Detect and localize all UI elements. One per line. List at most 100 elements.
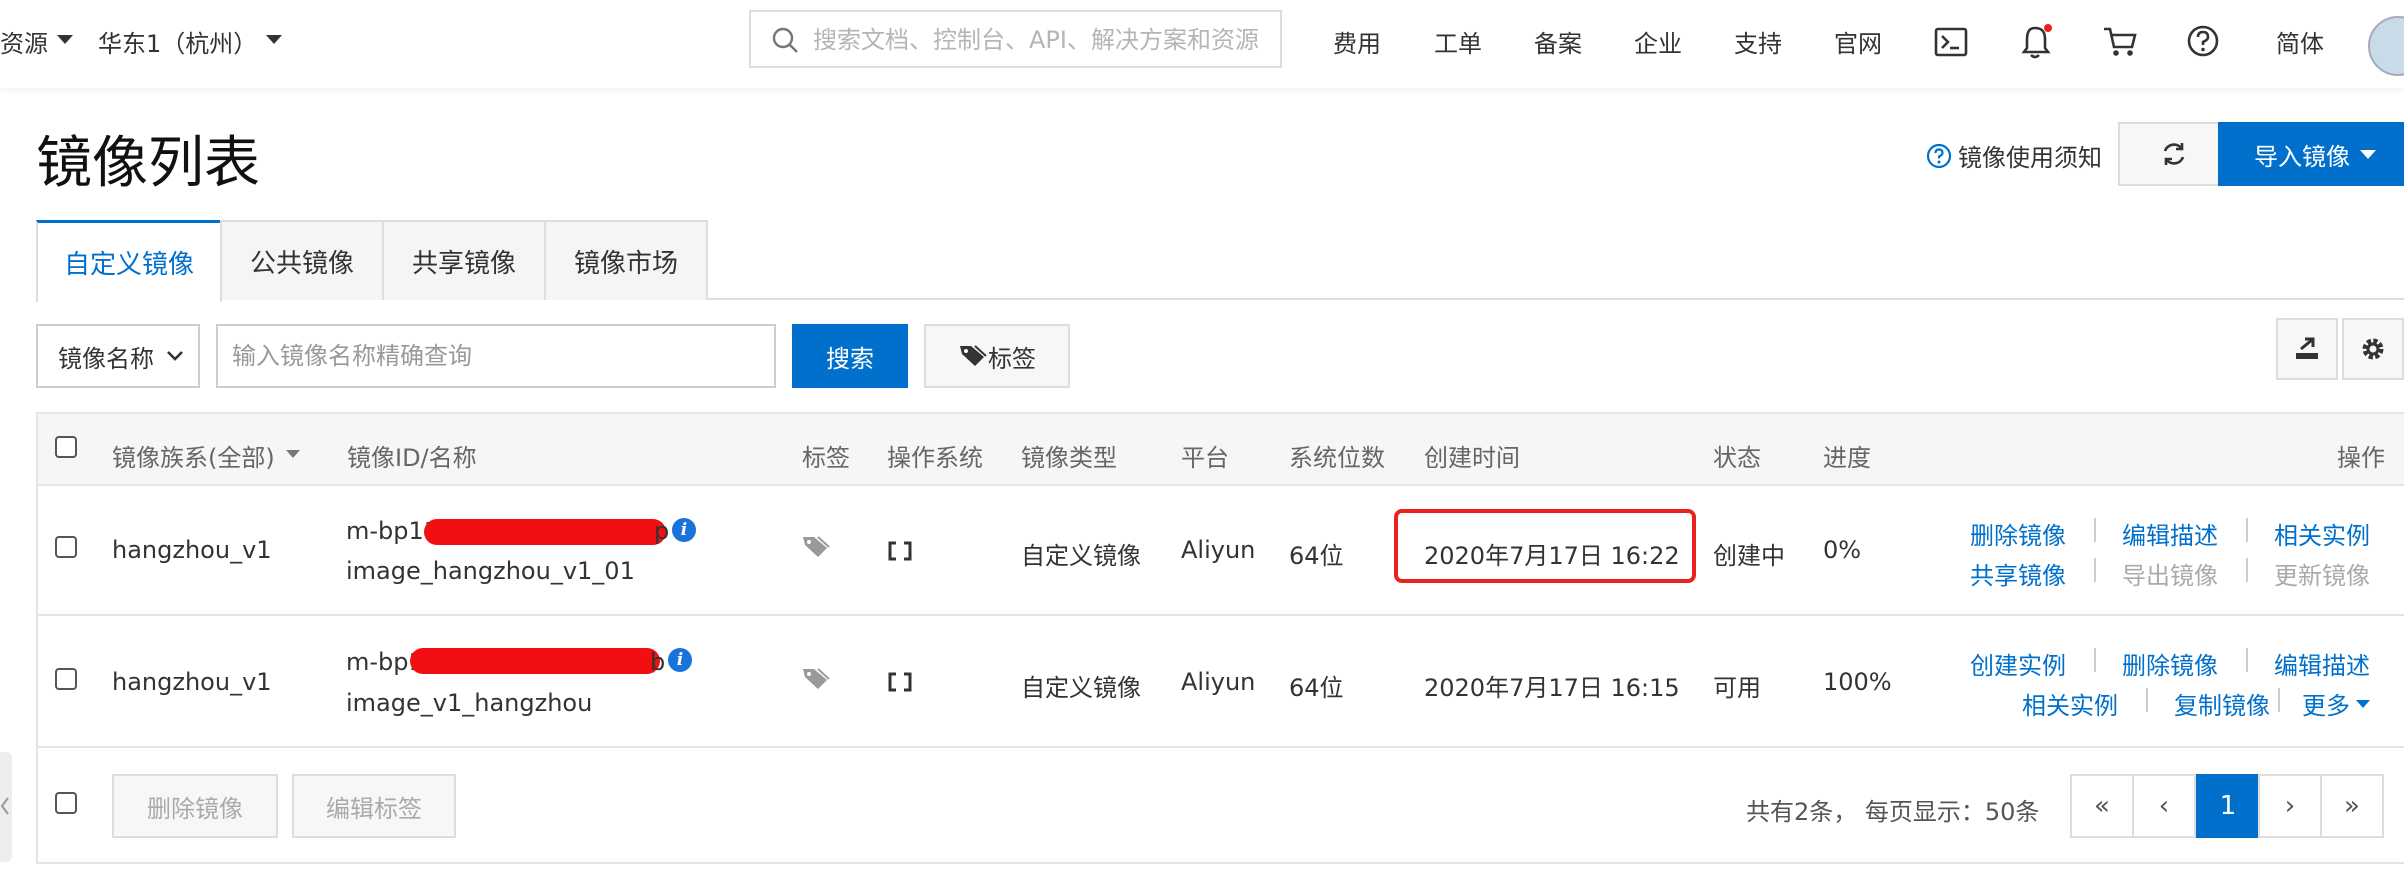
import-image-button[interactable]: 导入镜像: [2218, 122, 2404, 186]
page-title: 镜像列表: [36, 131, 260, 196]
info-icon[interactable]: i: [672, 518, 696, 542]
global-search-box[interactable]: [749, 10, 1282, 68]
row-checkbox[interactable]: [55, 536, 77, 558]
nav-icp-label: 备案: [1534, 30, 1582, 58]
redaction-mark: [424, 519, 666, 545]
more-actions-link[interactable]: 更多: [2302, 686, 2350, 721]
col-tags: 标签: [802, 438, 850, 473]
export-button[interactable]: [2276, 318, 2338, 380]
chevron-down-icon[interactable]: [266, 35, 282, 44]
cart-icon[interactable]: [2102, 26, 2138, 58]
resources-label: 资源: [0, 30, 48, 58]
os-icon: [888, 672, 912, 692]
nav-fees[interactable]: 费用: [1333, 24, 1381, 59]
language-switch[interactable]: 简体: [2276, 24, 2324, 59]
gear-icon: [2362, 338, 2384, 360]
row-bits: 64位: [1289, 542, 1344, 570]
col-os: 操作系统: [887, 438, 983, 473]
import-image-label: 导入镜像: [2254, 142, 2350, 171]
bell-icon[interactable]: [2020, 24, 2054, 60]
next-page-label: ›: [2284, 791, 2296, 821]
resources-menu[interactable]: 资源: [0, 24, 48, 59]
col-label: 镜像族系(全部): [112, 444, 275, 472]
nav-icp[interactable]: 备案: [1534, 24, 1582, 59]
col-image-type: 镜像类型: [1021, 438, 1117, 473]
copy-image-link[interactable]: 复制镜像: [2174, 686, 2270, 721]
nav-tickets-label: 工单: [1434, 30, 1482, 58]
create-instance-link[interactable]: 创建实例: [1970, 646, 2066, 681]
nav-tickets[interactable]: 工单: [1434, 24, 1482, 59]
last-page-label: »: [2344, 791, 2360, 821]
col-label: 镜像类型: [1021, 444, 1117, 472]
tag-filter-button[interactable]: 标签: [924, 324, 1070, 388]
global-search-input[interactable]: [811, 12, 1275, 68]
tag-icon[interactable]: [801, 534, 833, 560]
sidebar-collapse-handle[interactable]: [0, 752, 12, 862]
edit-description-link[interactable]: 编辑描述: [2274, 646, 2370, 681]
col-label: 操作: [2337, 444, 2385, 472]
action-separator: [2094, 648, 2096, 672]
nav-support[interactable]: 支持: [1734, 24, 1782, 59]
share-image-link[interactable]: 共享镜像: [1970, 556, 2066, 591]
region-label: 华东1（杭州）: [98, 30, 258, 58]
chevron-down-icon[interactable]: [57, 35, 73, 44]
tab-public-images[interactable]: 公共镜像: [220, 220, 384, 300]
col-image-family[interactable]: 镜像族系(全部): [112, 438, 275, 473]
row-image-name: image_hangzhou_v1_01: [346, 557, 635, 585]
action-separator: [2246, 558, 2248, 582]
image-usage-notice-link[interactable]: 镜像使用须知: [1958, 138, 2102, 173]
tab-label: 自定义镜像: [63, 250, 194, 280]
col-platform: 平台: [1181, 438, 1229, 473]
related-instances-link[interactable]: 相关实例: [2022, 686, 2118, 721]
row-bits: 64位: [1289, 674, 1344, 702]
action-separator: [2146, 688, 2148, 712]
bulk-edit-tags-label: 编辑标签: [326, 794, 422, 823]
nav-official-site[interactable]: 官网: [1834, 24, 1882, 59]
update-image-link: 更新镜像: [2274, 562, 2370, 590]
col-status: 状态: [1713, 438, 1761, 473]
delete-image-link[interactable]: 删除镜像: [1970, 516, 2066, 551]
row-image-id-suffix: b: [650, 648, 666, 676]
search-button-label: 搜索: [826, 344, 874, 373]
related-instances-link[interactable]: 相关实例: [2274, 516, 2370, 551]
select-all-checkbox[interactable]: [55, 436, 77, 458]
tag-icon[interactable]: [801, 666, 833, 692]
bulk-edit-tags-button[interactable]: 编辑标签: [292, 774, 456, 838]
tab-image-market[interactable]: 镜像市场: [544, 220, 708, 300]
settings-button[interactable]: [2342, 318, 2404, 380]
nav-enterprise-label: 企业: [1634, 30, 1682, 58]
refresh-button[interactable]: [2118, 122, 2230, 186]
col-label: 标签: [802, 444, 850, 472]
col-label: 镜像ID/名称: [347, 444, 477, 472]
bulk-delete-button[interactable]: 删除镜像: [112, 774, 278, 838]
edit-description-link[interactable]: 编辑描述: [2122, 516, 2218, 551]
caret-down-icon[interactable]: [2356, 700, 2370, 708]
question-circle-icon[interactable]: [1926, 143, 1952, 169]
caret-down-icon[interactable]: [286, 450, 300, 458]
tab-shared-images[interactable]: 共享镜像: [382, 220, 546, 300]
nav-official-site-label: 官网: [1834, 30, 1882, 58]
prev-page-label: ‹: [2158, 791, 2170, 821]
filter-field-select[interactable]: 镜像名称: [36, 324, 200, 388]
region-selector[interactable]: 华东1（杭州）: [98, 24, 257, 59]
info-icon[interactable]: i: [668, 648, 692, 672]
last-page-button[interactable]: »: [2320, 774, 2384, 838]
col-label: 创建时间: [1424, 444, 1520, 472]
first-page-button[interactable]: «: [2070, 774, 2134, 838]
os-icon: [888, 541, 912, 561]
help-icon[interactable]: [2186, 24, 2220, 58]
action-separator: [2094, 558, 2096, 582]
image-name-search-input[interactable]: [216, 324, 776, 388]
row-checkbox[interactable]: [55, 668, 77, 690]
page-1-button[interactable]: 1: [2196, 774, 2260, 838]
select-all-footer-checkbox[interactable]: [55, 792, 77, 814]
col-actions: 操作: [2337, 438, 2385, 473]
tab-custom-images[interactable]: 自定义镜像: [36, 220, 222, 302]
delete-image-link[interactable]: 删除镜像: [2122, 646, 2218, 681]
nav-enterprise[interactable]: 企业: [1634, 24, 1682, 59]
terminal-icon[interactable]: [1934, 27, 1968, 57]
search-button[interactable]: 搜索: [792, 324, 908, 388]
row-status: 创建中: [1713, 542, 1785, 570]
prev-page-button[interactable]: ‹: [2132, 774, 2196, 838]
next-page-button[interactable]: ›: [2258, 774, 2322, 838]
